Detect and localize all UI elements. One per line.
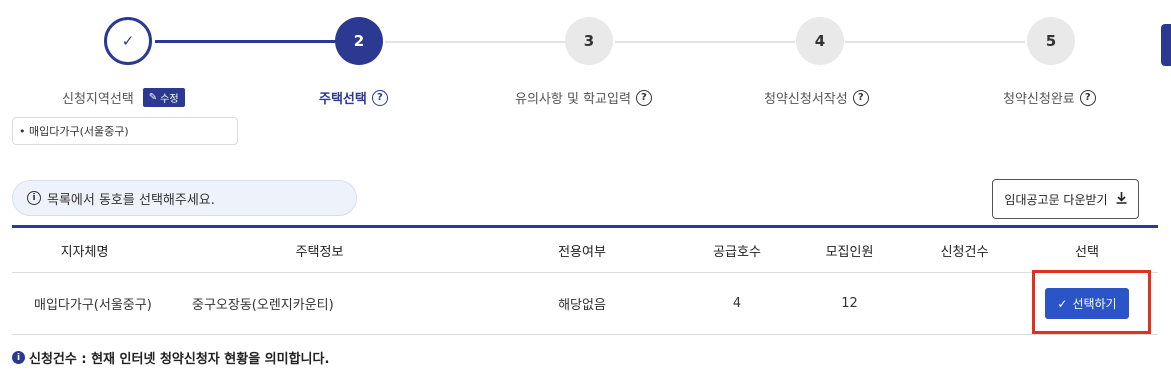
help-icon[interactable]: ?	[371, 89, 388, 106]
notice-text: 목록에서 동호를 선택해주세요.	[47, 192, 215, 208]
header-cell: 지자체명	[60, 244, 109, 260]
stepper-line	[385, 41, 565, 43]
footnote: i 신청건수 : 현재 인터넷 청약신청자 현황을 의미합니다.	[12, 348, 329, 367]
stepper-line	[615, 41, 795, 43]
pencil-icon: ✎	[148, 92, 158, 103]
stepper-line-completed	[155, 40, 335, 43]
step-1-label: 신청지역선택 ✎ 수정	[62, 88, 185, 107]
header-cell: 신청건수	[940, 244, 989, 260]
step-label-text: 주택선택	[319, 92, 367, 107]
check-icon: ✓	[121, 32, 135, 50]
step-number: 2	[353, 32, 365, 50]
step-5-circle: 5	[1027, 17, 1075, 65]
step-number: 4	[814, 32, 826, 50]
info-icon: i	[27, 191, 41, 205]
help-icon[interactable]: ?	[635, 89, 652, 106]
step-3-label: 유의사항 및 학교입력 ?	[515, 88, 652, 107]
header-cell: 선택	[1075, 244, 1099, 260]
step-2-label: 주택선택 ?	[319, 88, 388, 107]
step-5-label: 청약신청완료 ?	[1003, 88, 1096, 107]
recruit-cell: 12	[841, 296, 858, 311]
info-icon: i	[12, 351, 25, 364]
step-2-circle: 2	[335, 17, 383, 65]
step-number: 5	[1045, 32, 1057, 50]
step-1-circle: ✓	[104, 17, 152, 65]
exclusive-cell: 해당없음	[558, 298, 606, 313]
step-label-text: 청약신청서작성	[764, 92, 848, 107]
help-icon[interactable]: ?	[852, 89, 869, 106]
download-icon	[1116, 191, 1127, 207]
help-icon[interactable]: ?	[1079, 89, 1096, 106]
region-cell: 매입다가구(서울중구)	[34, 298, 152, 313]
edit-label: 수정	[160, 94, 179, 105]
step-4-circle: 4	[796, 17, 844, 65]
step-number: 3	[583, 32, 595, 50]
step-label-text: 유의사항 및 학교입력	[515, 92, 631, 107]
selected-region-text: • 매입다가구(서울중구)	[19, 125, 129, 138]
step-3-circle: 3	[565, 17, 613, 65]
step-label-text: 청약신청완료	[1003, 92, 1075, 107]
highlight-box	[1032, 270, 1151, 334]
download-notice-button[interactable]: 임대공고문 다운받기	[992, 179, 1139, 219]
notice-banner: i 목록에서 동호를 선택해주세요.	[12, 180, 357, 216]
footnote-text: 신청건수 : 현재 인터넷 청약신청자 현황을 의미합니다.	[29, 352, 330, 367]
header-cell: 공급호수	[713, 244, 761, 260]
side-panel-toggle[interactable]	[1161, 24, 1171, 66]
header-cell: 모집인원	[825, 244, 874, 260]
housing-table: 지자체명 주택정보 전용여부 공급호수 모집인원 신청건수 선택 매입다가구(서…	[12, 225, 1158, 335]
edit-button[interactable]: ✎ 수정	[142, 88, 185, 107]
table-header: 지자체명 주택정보 전용여부 공급호수 모집인원 신청건수 선택	[12, 225, 1158, 273]
step-4-label: 청약신청서작성 ?	[764, 88, 869, 107]
stepper-line	[845, 41, 1025, 43]
header-cell: 전용여부	[558, 244, 606, 260]
supply-cell: 4	[732, 296, 742, 311]
table-row: 매입다가구(서울중구) 중구오장동(오렌지카운티) 해당없음 4 12 ✓ 선택…	[12, 273, 1158, 335]
header-cell: 주택정보	[295, 244, 344, 260]
step-label-text: 신청지역선택	[62, 92, 134, 107]
selected-region-box: • 매입다가구(서울중구)	[12, 117, 238, 145]
download-label: 임대공고문 다운받기	[1004, 192, 1108, 207]
housing-cell: 중구오장동(오렌지카운티)	[192, 298, 334, 313]
